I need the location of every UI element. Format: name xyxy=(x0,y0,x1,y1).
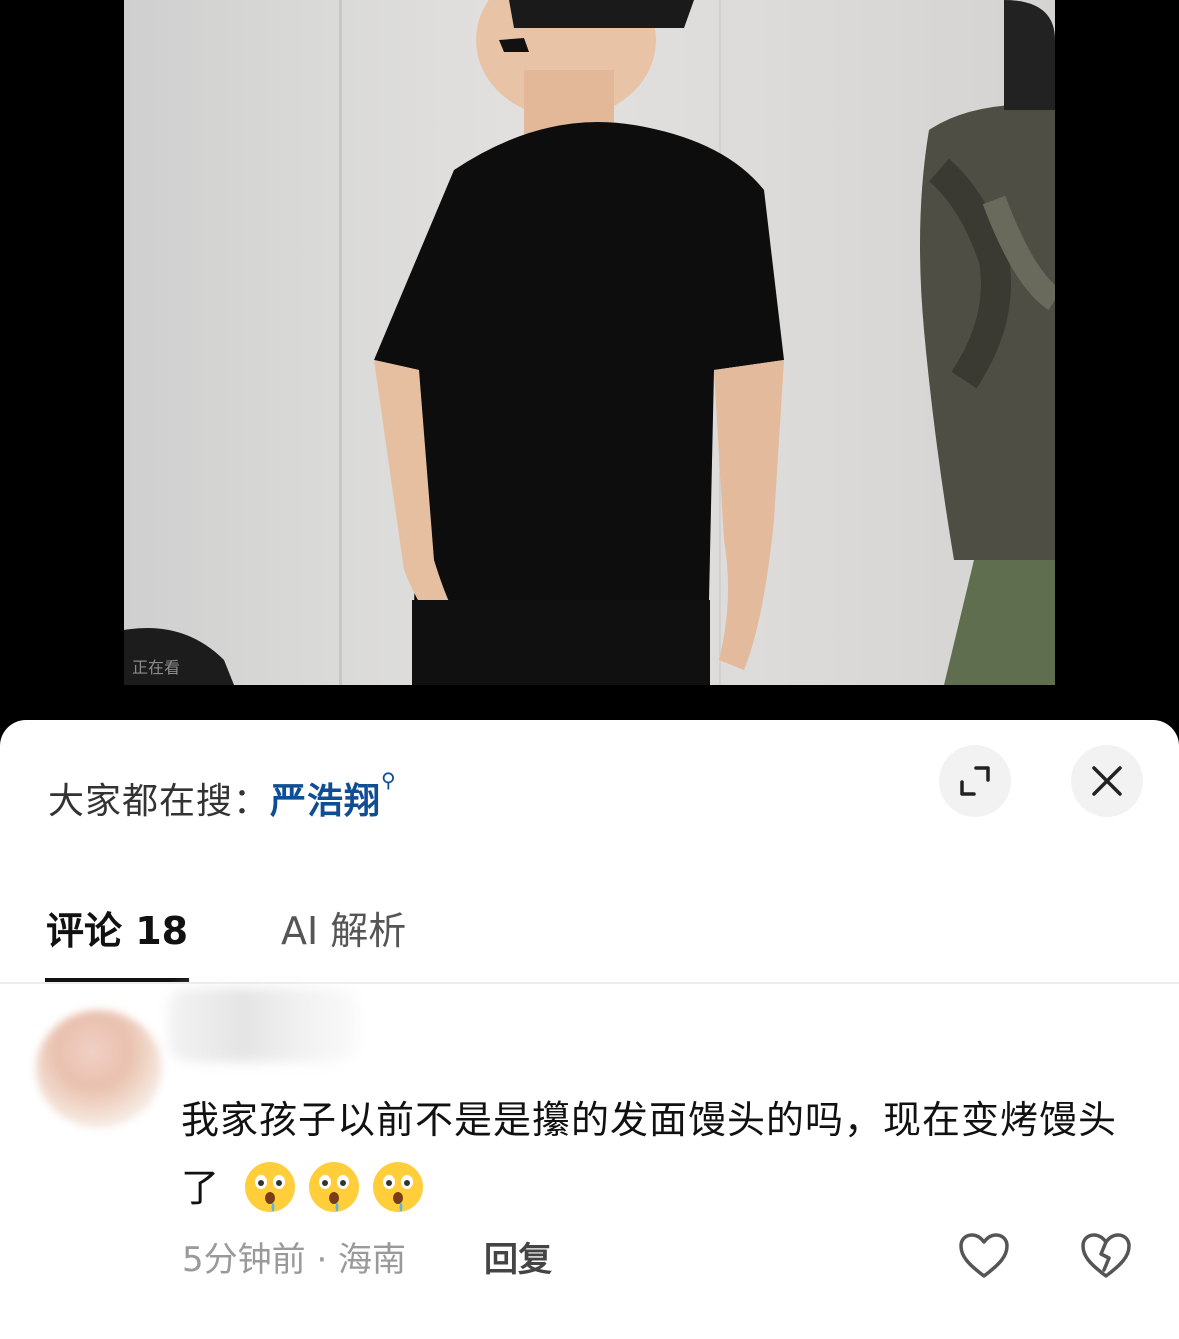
username-blurred xyxy=(168,988,358,1062)
divider xyxy=(0,982,1179,984)
expand-button[interactable] xyxy=(939,745,1011,817)
search-suggestion[interactable]: 大家都在搜：严浩翔⚲ xyxy=(48,768,397,824)
watching-text: 正在看 xyxy=(132,658,181,677)
magnifier-icon: ⚲ xyxy=(381,768,397,792)
comment-text: 我家孩子以前不是是攥的发面馒头的吗，现在变烤馒头了 xyxy=(181,1086,1141,1222)
heart-icon[interactable] xyxy=(958,1232,1010,1280)
close-button[interactable] xyxy=(1071,745,1143,817)
video-still-image xyxy=(124,0,1055,685)
tab-ai-analysis[interactable]: AI 解析 xyxy=(281,900,406,955)
expand-icon xyxy=(960,766,990,796)
broken-heart-icon[interactable] xyxy=(1080,1232,1132,1280)
drooling-face-emoji xyxy=(309,1161,360,1212)
video-player[interactable]: 正在看 xyxy=(0,0,1179,720)
avatar[interactable] xyxy=(36,1010,162,1128)
search-keyword[interactable]: 严浩翔 xyxy=(270,781,381,822)
close-icon xyxy=(1092,766,1122,796)
reply-button[interactable]: 回复 xyxy=(484,1232,552,1281)
drooling-face-emoji xyxy=(245,1161,296,1212)
comment-meta: 5分钟前 · 海南 xyxy=(182,1240,407,1280)
comment-sheet: 大家都在搜：严浩翔⚲ 评论 18 AI 解析 我家孩子以前不是是攥的发面馒头的吗… xyxy=(0,720,1179,1339)
search-hint-prefix: 大家都在搜： xyxy=(48,781,271,822)
tab-comments[interactable]: 评论 18 xyxy=(46,900,188,955)
drooling-face-emoji xyxy=(373,1161,424,1212)
video-frame[interactable]: 正在看 xyxy=(124,0,1055,685)
